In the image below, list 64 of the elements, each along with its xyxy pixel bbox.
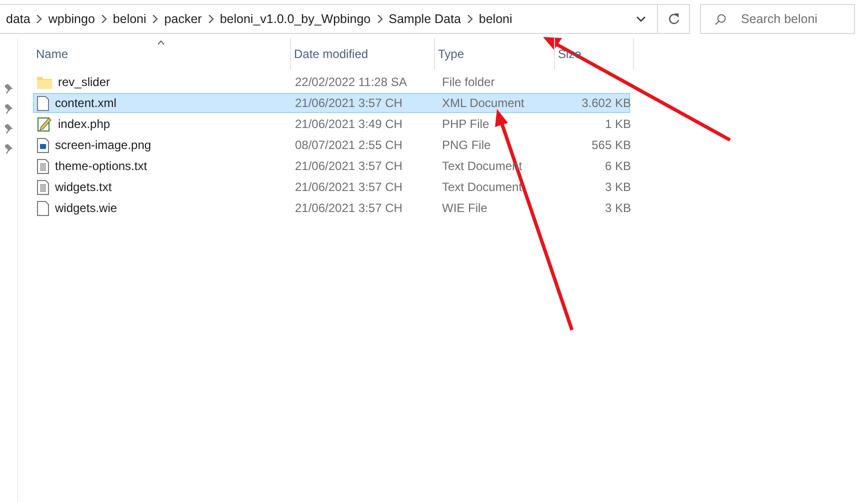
sort-icon: [157, 40, 165, 45]
breadcrumb[interactable]: packer: [164, 12, 202, 26]
file-icon: [37, 200, 49, 216]
file-name: rev_slider: [58, 75, 110, 89]
folder-icon: [37, 76, 52, 88]
size-cell-text: 3 KB: [604, 180, 631, 194]
pin-icon[interactable]: [4, 124, 13, 134]
type-cell-text: PNG File: [441, 138, 492, 152]
size-cell-text: 3 KB: [604, 201, 631, 215]
file-name: index.php: [58, 117, 110, 131]
breadcrumb[interactable]: wpbingo: [48, 12, 95, 26]
notepad-icon: [37, 116, 52, 132]
chevron-icon: [100, 15, 107, 23]
size-cell-text: 6 KB: [604, 159, 631, 173]
size-cell-text: 565 KB: [590, 138, 631, 152]
column-header[interactable]: Date modified: [291, 38, 435, 70]
dropdown-icon[interactable]: [636, 16, 646, 22]
chevron-icon: [152, 15, 158, 23]
chevron-icon: [36, 15, 42, 23]
date-cell-text: 21/06/2021 3:57 CH: [294, 201, 404, 215]
file-row[interactable]: widgets.wie 21/06/2021 3:57 CH WIE File 3 KB: [33, 198, 630, 218]
text-file-icon: [37, 180, 49, 194]
breadcrumb[interactable]: beloni: [112, 12, 146, 26]
search-field[interactable]: Search beloni: [700, 4, 855, 34]
file-row[interactable]: index.php 21/06/2021 3:49 CH PHP File 1 KB: [33, 114, 630, 134]
date-cell-text: 21/06/2021 3:57 CH: [294, 159, 404, 173]
breadcrumb[interactable]: data: [6, 12, 30, 26]
file-name: content.xml: [55, 96, 116, 110]
refresh-icon: [668, 13, 680, 25]
type-cell-text: PHP File: [441, 117, 490, 131]
file-name: screen-image.png: [55, 138, 152, 152]
date-cell-text: 22/02/2022 11:28 SA: [294, 75, 408, 89]
file-icon: [37, 96, 49, 110]
column-header[interactable]: Name: [33, 38, 291, 70]
date-cell-text: 21/06/2021 3:57 CH: [294, 96, 404, 110]
file-row[interactable]: screen-image.png 08/07/2021 2:55 CH PNG File 565 KB: [33, 135, 630, 155]
breadcrumb[interactable]: Sample Data: [388, 12, 461, 26]
file-row[interactable]: widgets.txt 21/06/2021 3:57 CH Text Document 3 KB: [33, 177, 630, 197]
breadcrumb[interactable]: beloni_v1.0.0_by_Wpbingo: [220, 12, 371, 26]
chevron-icon: [466, 15, 473, 23]
breadcrumb[interactable]: beloni: [478, 12, 512, 26]
type-cell-text: File folder: [441, 75, 496, 89]
pin-icon[interactable]: [4, 104, 13, 114]
type-cell-text: WIE File: [441, 201, 488, 215]
chevron-icon: [208, 15, 214, 23]
image-file-icon: [37, 138, 49, 152]
file-row[interactable]: rev_slider 22/02/2022 11:28 SA File folder: [33, 72, 630, 92]
chevron-icon: [376, 15, 383, 23]
file-row[interactable]: content.xml 21/06/2021 3:57 CH XML Document 3.602 KB: [33, 93, 630, 113]
pin-icon[interactable]: [4, 84, 13, 94]
type-cell-text: XML Document: [441, 96, 526, 110]
date-cell-text: 08/07/2021 2:55 CH: [294, 138, 404, 152]
file-name: widgets.txt: [55, 180, 112, 194]
file-name: widgets.wie: [55, 201, 118, 215]
text-file-icon: [37, 158, 49, 174]
pin-icon[interactable]: [4, 144, 13, 154]
file-name: theme-options.txt: [55, 159, 148, 173]
date-cell-text: 21/06/2021 3:49 CH: [294, 117, 404, 131]
size-cell-text: 1 KB: [604, 117, 631, 131]
type-cell-text: Text Document: [441, 180, 524, 194]
date-cell-text: 21/06/2021 3:57 CH: [294, 180, 404, 194]
size-cell-text: 3.602 KB: [580, 96, 631, 110]
search-icon: [715, 14, 726, 25]
address-bar[interactable]: data wpbingo beloni packer beloni_v1.0.0_by_Wpbingo Sample Data beloni: [0, 4, 690, 34]
